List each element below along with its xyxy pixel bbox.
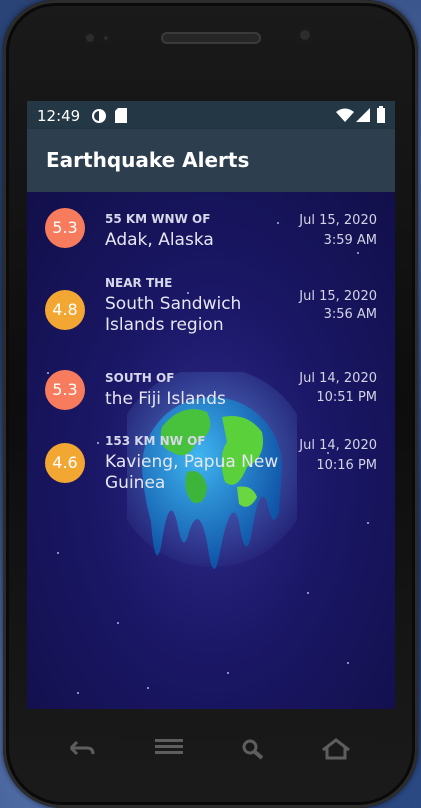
earthquake-row-4[interactable]: 4.6 153 KM NW OF Kavieng, Papua New Guin… [27, 422, 395, 502]
home-icon[interactable] [321, 738, 351, 760]
status-bar: 12:49 [27, 101, 395, 129]
magnitude-badge: 4.8 [45, 290, 85, 330]
date-label: Jul 15, 2020 [299, 213, 377, 228]
sensor-icon [101, 33, 111, 43]
hardware-nav-bar [3, 718, 418, 788]
earpiece-speaker [161, 32, 261, 44]
wifi-icon [336, 108, 354, 122]
location-offset: 153 KM NW OF [105, 434, 206, 448]
primary-location: Kavieng, Papua New Guinea [105, 452, 279, 493]
sync-icon [92, 109, 106, 123]
magnitude-badge: 5.3 [45, 208, 85, 248]
phone-frame: 12:49 Earthquake Alerts 5.3 55 KM WNW OF… [3, 0, 418, 808]
location-offset: SOUTH OF [105, 371, 175, 385]
date-label: Jul 14, 2020 [299, 371, 377, 386]
primary-location: the Fiji Islands [105, 389, 226, 409]
earthquake-row-1[interactable]: 5.3 55 KM WNW OF Adak, Alaska Jul 15, 20… [27, 192, 395, 272]
battery-icon [377, 106, 385, 123]
time-label: 10:51 PM [316, 390, 377, 405]
back-icon[interactable] [69, 738, 95, 758]
search-icon[interactable] [241, 738, 265, 760]
menu-icon[interactable] [155, 738, 183, 756]
primary-location: South Sandwich Islands region [105, 294, 242, 335]
location-offset: 55 KM WNW OF [105, 212, 211, 226]
earthquake-row-2[interactable]: 4.8 NEAR THE South Sandwich Islands regi… [27, 272, 395, 352]
app-title: Earthquake Alerts [46, 148, 250, 172]
earthquake-row-3[interactable]: 5.3 SOUTH OF the Fiji Islands Jul 14, 20… [27, 352, 395, 422]
time-label: 3:56 AM [323, 307, 377, 322]
date-label: Jul 14, 2020 [299, 438, 377, 453]
app-bar: Earthquake Alerts [27, 129, 395, 192]
front-camera-icon [297, 27, 313, 43]
location-offset: NEAR THE [105, 276, 173, 290]
device-screen: 12:49 Earthquake Alerts 5.3 55 KM WNW OF… [27, 101, 395, 709]
magnitude-badge: 4.6 [45, 443, 85, 483]
time-label: 10:16 PM [316, 458, 377, 473]
signal-icon [356, 108, 370, 122]
magnitude-badge: 5.3 [45, 370, 85, 410]
status-time: 12:49 [37, 107, 81, 125]
date-label: Jul 15, 2020 [299, 289, 377, 304]
time-label: 3:59 AM [323, 233, 377, 248]
earthquake-list[interactable]: 5.3 55 KM WNW OF Adak, Alaska Jul 15, 20… [27, 192, 395, 709]
primary-location: Adak, Alaska [105, 230, 214, 250]
sensor-icon [83, 31, 97, 45]
sd-card-icon [115, 108, 127, 123]
